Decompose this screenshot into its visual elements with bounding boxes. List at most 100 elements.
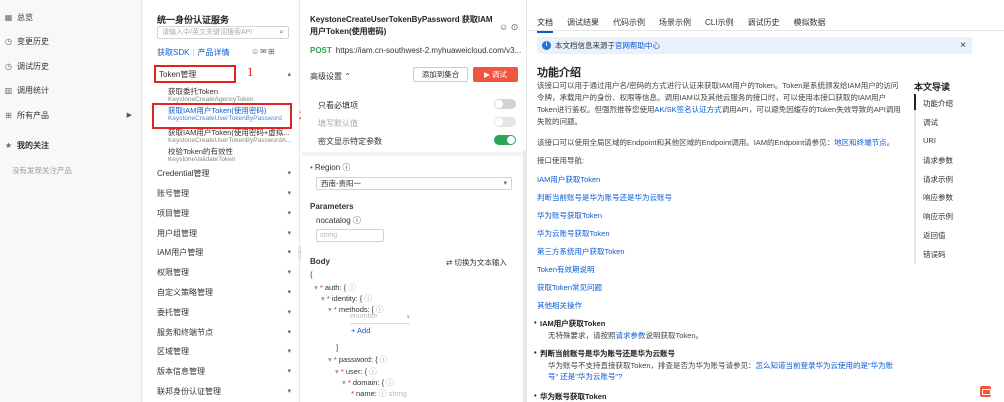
group-item[interactable]: Credential管理 ▾	[157, 167, 297, 181]
endpoint-paragraph: 该接口可以使用全局区域的Endpoint和其他区域的Endpoint调用。IAM…	[537, 137, 902, 149]
product-title: 统一身份认证服务	[157, 15, 230, 25]
close-icon[interactable]: ×	[960, 37, 966, 54]
debug-history-icon: ◷	[5, 61, 12, 71]
nav-item-all-products[interactable]: ⊞ 所有产品 ▶	[0, 107, 142, 123]
product-tool-icons[interactable]: ☺✉⊞	[251, 47, 276, 56]
toc-item[interactable]: 响应参数	[923, 192, 953, 203]
guide-link[interactable]: 华为账号获取Token	[537, 210, 602, 221]
chevron-down-icon[interactable]: ▾	[287, 246, 291, 260]
chevron-down-icon[interactable]: ▾	[287, 286, 291, 300]
tab-mock-data[interactable]: 模拟数据	[793, 17, 825, 28]
group-item[interactable]: 服务和终端节点 ▾	[157, 326, 297, 340]
group-item[interactable]: 区域管理 ▾	[157, 345, 297, 359]
add-to-collection-button[interactable]: 添加到集合	[413, 67, 468, 82]
tab-cli-sample[interactable]: CLI示例	[705, 17, 733, 28]
api-item-user-token-password-mfa[interactable]: 获取IAM用户Token(使用密码+虚拟... KeystoneCreateUs…	[168, 129, 296, 145]
chevron-down-icon[interactable]: ▾	[287, 207, 291, 221]
help-icon[interactable]: ⓘ	[353, 216, 361, 225]
chevron-down-icon[interactable]: ▾	[287, 227, 291, 241]
chevron-down-icon[interactable]: ▾	[287, 167, 291, 181]
chevron-up-icon[interactable]: ▴	[287, 68, 291, 82]
feedback-icon[interactable]	[980, 386, 991, 397]
tab-debug-result[interactable]: 调试结果	[567, 17, 599, 28]
methods-enum-select[interactable]: enumber ▾	[350, 313, 410, 324]
toc-item[interactable]: 错误码	[923, 249, 946, 260]
chevron-down-icon[interactable]: ▾	[287, 266, 291, 280]
group-item[interactable]: 委托管理 ▾	[157, 306, 297, 320]
chevron-right-icon[interactable]: ▶	[127, 111, 132, 119]
required-only-switch[interactable]	[494, 99, 516, 109]
search-icon[interactable]: ⌕	[277, 28, 286, 37]
help-icon[interactable]: ⓘ	[380, 355, 388, 364]
product-panel: 统一身份认证服务 请输入中/英文关键词搜索API ⌕ 获取SDK | 产品详情 ☺✉…	[143, 0, 305, 402]
cipher-params-switch[interactable]	[494, 135, 516, 145]
nav-item-debug-history[interactable]: ◷ 调试历史	[0, 58, 142, 74]
group-item[interactable]: 账号管理 ▾	[157, 187, 297, 201]
guide-link[interactable]: 判断当前账号是华为账号还是华为云账号	[537, 192, 672, 203]
region-select[interactable]: 西南-贵阳一 ▾	[316, 177, 512, 190]
help-icon[interactable]: ⓘ	[369, 367, 377, 376]
group-item[interactable]: IAM用户管理 ▾	[157, 246, 297, 260]
toc-item[interactable]: 返回值	[923, 230, 946, 241]
guide-link[interactable]: IAM用户获取Token	[537, 174, 600, 185]
add-item-button[interactable]: + Add	[351, 326, 370, 335]
group-item[interactable]: 权限管理 ▾	[157, 266, 297, 280]
group-item[interactable]: 用户组管理 ▾	[157, 227, 297, 241]
code-key: domain: {	[352, 378, 385, 387]
help-icon[interactable]: ⓘ	[348, 283, 356, 292]
request-params-link[interactable]: 请求参数	[616, 331, 646, 340]
guide-link[interactable]: Token有效期说明	[537, 264, 595, 275]
group-item[interactable]: 自定义策略管理 ▾	[157, 286, 297, 300]
toc-item[interactable]: 响应示例	[923, 211, 953, 222]
nocatalog-input[interactable]: string	[316, 229, 384, 242]
nav-item-my-follow[interactable]: ★ 我的关注	[0, 137, 142, 153]
nav-item-change-history[interactable]: ◷ 变更历史	[0, 33, 142, 49]
get-sdk-link[interactable]: 获取SDK	[157, 48, 189, 57]
tab-scenario-sample[interactable]: 场景示例	[659, 17, 691, 28]
toc-item[interactable]: 请求示例	[923, 174, 953, 185]
api-item-agency-token[interactable]: 获取委托Token KeystoneCreateAgencyToken	[168, 88, 296, 104]
chevron-down-icon[interactable]: ▾	[287, 385, 291, 399]
guide-link[interactable]: 华为云账号获取Token	[537, 228, 610, 239]
guide-link[interactable]: 第三方系统用户获取Token	[537, 246, 625, 257]
chevron-down-icon[interactable]: ▾	[287, 345, 291, 359]
group-item[interactable]: 联邦身份认证管理 ▾	[157, 385, 297, 399]
debug-button[interactable]: ▶ 调试	[473, 67, 518, 82]
default-values-switch[interactable]	[494, 117, 516, 127]
tab-docs[interactable]: 文档	[537, 17, 553, 33]
chevron-down-icon[interactable]: ▾	[287, 306, 291, 320]
toc-item[interactable]: URI	[923, 136, 936, 145]
chevron-down-icon[interactable]: ▾	[287, 326, 291, 340]
feedback-icon[interactable]: ☺ ⊙	[499, 22, 518, 33]
chevron-down-icon[interactable]: ▾	[287, 365, 291, 379]
debugger-scrollbar[interactable]	[523, 150, 526, 402]
notice-text: 本文档信息来源于	[555, 41, 615, 50]
toc-item[interactable]: 请求参数	[923, 155, 953, 166]
name-input-placeholder[interactable]: string	[389, 389, 407, 398]
nav-item-overview[interactable]: ▦ 总览	[0, 9, 142, 25]
api-search-input[interactable]: 请输入中/英文关键词搜索API ⌕	[157, 26, 289, 39]
toc-item[interactable]: 调试	[923, 117, 938, 128]
help-icon[interactable]: ⓘ	[379, 389, 387, 398]
tab-code-sample[interactable]: 代码示例	[613, 17, 645, 28]
nav-item-call-stats[interactable]: ▥ 调用统计	[0, 82, 142, 98]
aksk-link[interactable]: AK/SK签名认证方式	[655, 105, 722, 114]
guide-link[interactable]: 其他相关操作	[537, 300, 582, 311]
group-item[interactable]: 版本信息管理 ▾	[157, 365, 297, 379]
toggle-label-default-values: 填写默认值	[318, 119, 358, 128]
toc-item[interactable]: 功能介绍	[923, 98, 953, 109]
advanced-settings-toggle[interactable]: 高级设置 ⌃	[310, 71, 351, 82]
product-detail-link[interactable]: 产品详情	[198, 48, 230, 57]
left-nav: ▦ 总览 ◷ 变更历史 ◷ 调试历史 ▥ 调用统计 ⊞ 所有产品 ▶ ★ 我的关…	[0, 0, 142, 402]
api-item-validate-token[interactable]: 校验Token的有效性 KeystoneValidateToken	[168, 148, 296, 164]
help-icon[interactable]: ⓘ	[386, 378, 394, 387]
guide-link[interactable]: 获取Token常见问题	[537, 282, 602, 293]
help-icon[interactable]: ⓘ	[342, 163, 350, 172]
switch-to-text-button[interactable]: ⇄ 切换为文本输入	[446, 257, 507, 268]
chevron-down-icon[interactable]: ▾	[287, 187, 291, 201]
endpoint-link[interactable]: 地区和终端节点	[834, 138, 887, 147]
help-icon[interactable]: ⓘ	[364, 294, 372, 303]
group-item[interactable]: 项目管理 ▾	[157, 207, 297, 221]
tab-debug-history[interactable]: 调试历史	[747, 17, 779, 28]
help-center-link[interactable]: 官网帮助中心	[615, 41, 660, 50]
